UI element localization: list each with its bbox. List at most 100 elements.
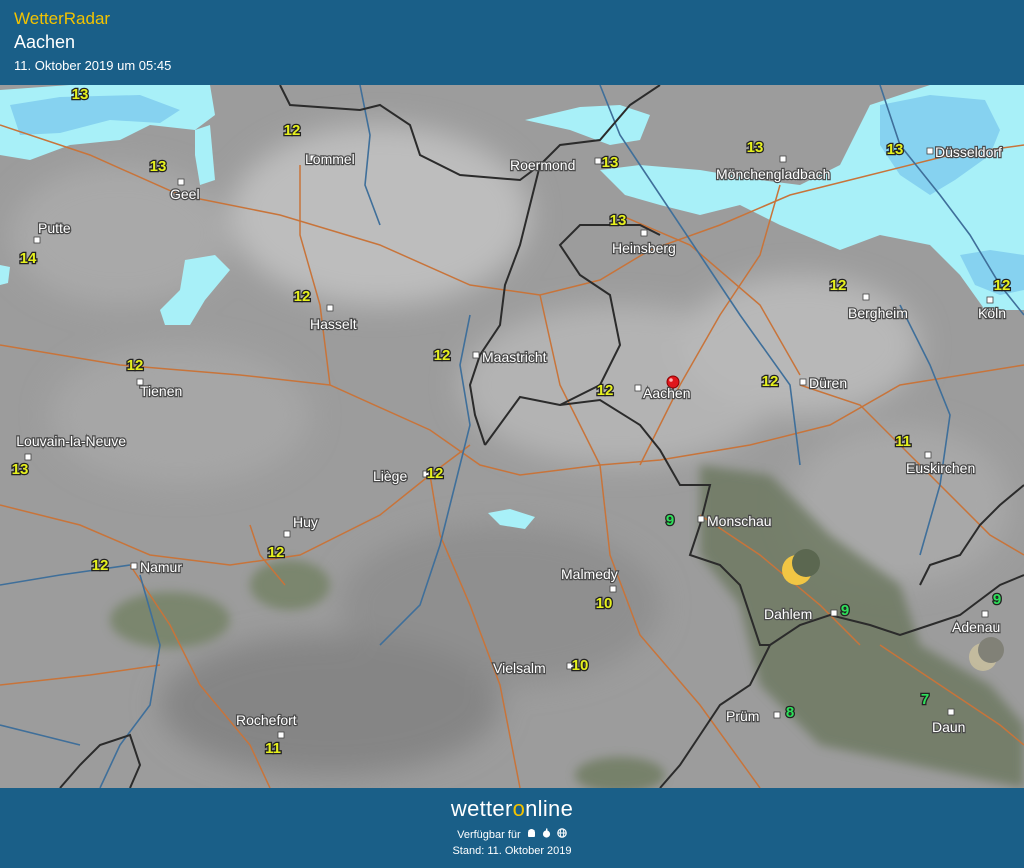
town-marker [986,296,994,304]
town-name-label: Malmedy [561,566,618,582]
town-name-label: Adenau [952,619,1000,635]
app-title: WetterRadar [14,9,111,28]
town-monchengladbach[interactable]: Mönchengladbach 13 [715,138,832,184]
web-icon[interactable] [557,828,567,841]
town-marker [326,304,334,312]
town-name-label: Maastricht [482,349,547,365]
town-marker [177,178,185,186]
brand-o: o [512,796,526,821]
town-duren[interactable]: Düren 12 [760,372,848,393]
town-marker [981,610,989,618]
town-aachen[interactable]: Aachen 12 [595,381,691,403]
town-marker [24,453,32,461]
town-name-label: Huy [293,514,318,530]
temperature-label: 13 [747,139,764,156]
town-liege[interactable]: Liège 12 [372,464,445,486]
town-marker [926,147,934,155]
town-name-label: Namur [140,559,182,575]
available-label: Verfügbar für [457,829,521,841]
town-name-label: Roermond [510,157,575,173]
temperature-label: 12 [994,277,1011,294]
temperature-label: 9 [666,512,674,529]
town-vielsalm[interactable]: Vielsalm 10 [492,656,590,678]
town-koln[interactable]: Köln 12 [977,276,1012,323]
temperature-label: 12 [268,544,285,561]
temperature-label: 14 [20,250,37,267]
temperature-label: 12 [284,122,301,139]
town-malmedy[interactable]: Malmedy 10 [560,565,619,614]
town-name-label: Hasselt [310,316,357,332]
towns-layer: Lommel12Roermond 13Mönchengladbach13 Düsse… [10,85,1012,759]
town-putte[interactable]: Putte14 [18,219,72,269]
town-daun[interactable]: Daun7 [920,690,967,737]
temperature-label: 11 [895,433,911,450]
temperature-label: 12 [427,465,444,482]
temperature-label: 11 [265,740,281,757]
town-monschau[interactable]: Monschau 9 [665,511,773,531]
town-lommel[interactable]: Lommel12 [282,121,356,168]
radar-map[interactable]: Lommel 12 Roermond 13 Mönchengladbach 13 Düsse… [0,85,1024,788]
temperature-label: 7 [921,691,929,708]
town-dahlem[interactable]: Dahlem 9 [763,601,851,624]
town-name-label: Prüm [726,708,759,724]
town-heinsberg[interactable]: Heinsberg 13 [608,211,677,258]
town-huy[interactable]: Huy 12 [266,513,319,563]
town-name-label: Monschau [707,513,772,529]
town-name-label: Geel [170,186,200,202]
app-header: WetterRadar Aachen 11. Oktober 2019 um 0… [0,0,1024,85]
town-tienen[interactable]: Tienen 12 [125,356,183,401]
temperature-label: 10 [572,657,589,674]
temperature-label: 12 [127,357,144,374]
town-marker [472,351,480,359]
town-marker [130,562,138,570]
temperature-label: 12 [92,557,109,574]
town-louvain-la-neuve[interactable]: Louvain-la-Neuve 13 [10,432,127,480]
temperature-label: 10 [596,595,613,612]
town-name-label: Aachen [643,385,690,401]
town-adenau[interactable]: Adenau 9 [951,590,1003,637]
town-name-label: Euskirchen [906,460,975,476]
temperature-label: 12 [434,347,451,364]
temperature-label: 13 [150,158,167,175]
town-namur[interactable]: Namur 12 [90,556,183,577]
apple-icon[interactable] [542,828,551,841]
town-hasselt[interactable]: Hasselt 12 [292,287,358,334]
town-marker [634,384,642,392]
town-roermond[interactable]: Roermond 13 [509,153,620,175]
town-prum[interactable]: Prüm 8 [725,703,796,726]
town-name-label: Düsseldorf [935,144,1002,160]
town-name-label: Liège [373,468,407,484]
town-marker [773,711,781,719]
town-maastricht[interactable]: Maastricht 12 [432,346,548,367]
town-geel[interactable]: Geel13 [148,157,200,204]
town-name-label: Köln [978,305,1006,321]
town-marker [283,530,291,538]
town-name-label: Bergheim [848,305,908,321]
town-bergheim[interactable]: Bergheim12 [828,276,909,323]
temperature-label: 12 [294,288,311,305]
town-name-label: Daun [932,719,965,735]
android-icon[interactable] [527,828,536,841]
temperature-label: 12 [597,382,614,399]
temperature-label: 12 [762,373,779,390]
town-name-label: Lommel [305,151,355,167]
town-rochefort[interactable]: Rochefort 11 [235,711,298,759]
town-marker [779,155,787,163]
town-marker [609,585,617,593]
town-name-label: Tienen [140,383,182,399]
town-marker [594,157,602,165]
temperature-label: 12 [830,277,847,294]
town-name-label: Düren [809,375,847,391]
town-name-label: Rochefort [236,712,297,728]
town-marker [640,229,648,237]
temperature-label: 13 [602,154,619,171]
radar-timestamp: 11. Oktober 2019 um 05:45 [14,58,172,73]
town-name-label: Heinsberg [612,240,676,256]
town-marker [947,708,955,716]
wetteronline-logo[interactable]: wetteronline [0,796,1024,822]
brand-prefix: wetter [450,796,513,821]
town-name-label: Vielsalm [493,660,546,676]
town-euskirchen[interactable]: Euskirchen 11 [894,432,977,478]
town-dusseldorf[interactable]: Düsseldorf 13 [885,140,1003,162]
town-marker [799,378,807,386]
